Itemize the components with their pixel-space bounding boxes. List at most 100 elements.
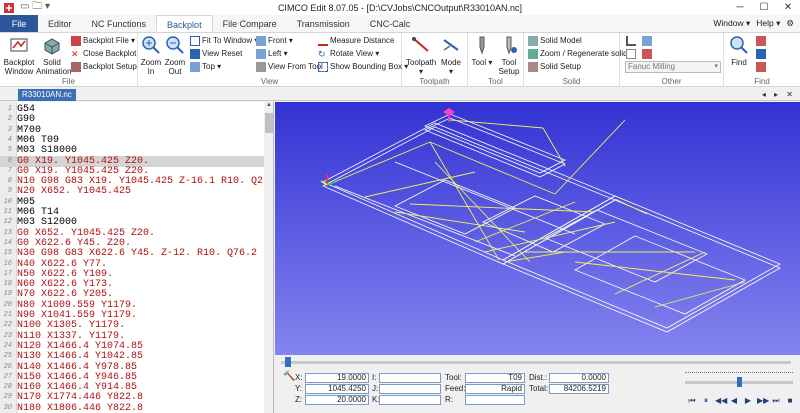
other-tool-1-button[interactable] <box>626 35 636 47</box>
fit-to-window-button[interactable]: Fit To Window ▾ <box>190 35 258 47</box>
view-from-tool-icon <box>256 62 266 72</box>
document-tab[interactable]: R33010AN.nc <box>18 89 76 101</box>
replace-button[interactable] <box>756 61 766 73</box>
cimco-app-icon[interactable] <box>3 2 15 14</box>
tool-setup-button[interactable]: Tool Setup <box>496 35 522 76</box>
mode-icon <box>443 39 459 51</box>
other-tool-2-button[interactable] <box>642 35 652 47</box>
tab-nc-functions[interactable]: NC Functions <box>82 15 157 32</box>
group-solid: Solid Model Zoom / Regenerate solid Soli… <box>524 33 628 87</box>
simulation-position-slider[interactable] <box>281 357 791 367</box>
machine-type-select[interactable]: Fanuc Milling ▾ <box>625 61 721 73</box>
tool-setup-icon <box>506 36 517 55</box>
zoom-in-button[interactable]: Zoom In <box>140 35 162 76</box>
skip-to-start-button[interactable]: ⏮ <box>687 396 697 406</box>
play-button[interactable]: ▶ <box>743 396 753 406</box>
window-menu[interactable]: Window ▾ <box>713 18 750 29</box>
group-toolpath-label: Toolpath <box>419 77 450 86</box>
other-tool-3-button[interactable] <box>626 48 636 60</box>
ribbon-tabs: File Editor NC Functions Backplot File C… <box>0 15 800 33</box>
zoom-out-button[interactable]: Zoom Out <box>164 35 186 76</box>
y-value: 1045.4250 <box>305 384 369 394</box>
find-next-button[interactable] <box>756 35 766 47</box>
speed-slider-knob[interactable] <box>737 377 742 387</box>
scrollbar-thumb[interactable] <box>265 113 273 133</box>
close-backplot-button[interactable]: ✕ Close Backplot <box>71 48 136 60</box>
tab-backplot[interactable]: Backplot <box>156 15 213 32</box>
tab-transmission[interactable]: Transmission <box>287 15 360 32</box>
other-tool-4-button[interactable] <box>642 48 652 60</box>
title-bar: ▭ 🗀 ▾ CIMCO Edit 8.07.05 - [D:\CVJobs\CN… <box>0 0 800 15</box>
toolpath-icon <box>412 37 429 52</box>
minimize-button[interactable]: ─ <box>728 0 752 15</box>
solid-model-button[interactable]: Solid Model <box>528 35 582 47</box>
close-backplot-icon: ✕ <box>71 49 79 59</box>
simulation-speed-slider[interactable] <box>685 377 793 387</box>
feed-label: Feed: <box>445 384 466 393</box>
quick-access-icons[interactable]: ▭ 🗀 ▾ <box>20 0 50 16</box>
tab-file[interactable]: File <box>0 15 38 32</box>
close-button[interactable]: ✕ <box>776 0 800 15</box>
rotate-view-icon: ↻ <box>318 49 326 59</box>
editor-vertical-scrollbar[interactable]: ▲ <box>264 102 273 413</box>
solid-setup-button[interactable]: Solid Setup <box>528 61 581 73</box>
solid-model-icon <box>528 36 538 46</box>
tab-cnc-calc[interactable]: CNC-Calc <box>360 15 421 32</box>
front-view-icon <box>256 36 266 46</box>
settings-icon[interactable]: ⚙ <box>786 18 794 29</box>
view-reset-icon <box>190 49 200 59</box>
top-view-icon <box>190 62 200 72</box>
front-view-button[interactable]: Front ▾ <box>256 35 293 47</box>
find-previous-button[interactable] <box>756 48 766 60</box>
tab-editor[interactable]: Editor <box>38 15 82 32</box>
find-button[interactable]: Find <box>728 35 750 67</box>
j-label: J: <box>372 384 379 393</box>
backplot-info-panel: 🔨 X: 19.0000 Y: 1045.4250 Z: 20.0000 I: … <box>275 355 800 413</box>
skip-to-end-button[interactable]: ⏭ <box>771 396 781 406</box>
mode-button[interactable]: Mode ▾ <box>438 35 464 76</box>
solid-animation-button[interactable]: Solid Animation <box>36 35 72 76</box>
stop-button[interactable]: ■ <box>785 396 795 406</box>
left-view-button[interactable]: Left ▾ <box>256 48 288 60</box>
top-view-button[interactable]: Top ▾ <box>190 61 221 73</box>
measure-distance-button[interactable]: Measure Distance <box>318 35 394 47</box>
tool-button[interactable]: Tool ▾ <box>470 35 494 67</box>
fast-backward-button[interactable]: ◀◀ <box>715 396 727 406</box>
r-label: R: <box>445 395 453 404</box>
total-value: 84206.5219 <box>549 384 609 394</box>
show-bounding-box-button[interactable]: Show Bounding Box ▾ <box>318 61 408 73</box>
nc-code-editor[interactable]: 1 G54 2 G90 3 M700 4 M06 T09 5 M03 S18000 6 G0 X19.… <box>0 102 274 413</box>
backplot-setup-button[interactable]: Backplot Setup <box>71 61 137 73</box>
code-line[interactable]: 30 N180 X1806.446 Y822.8 <box>0 403 264 413</box>
group-other: Fanuc Milling ▾ Other <box>620 33 724 87</box>
step-backward-button[interactable]: ◀ <box>729 396 739 406</box>
left-view-icon <box>256 49 266 59</box>
tab-file-compare[interactable]: File Compare <box>213 15 287 32</box>
backplot-window-icon <box>10 38 28 52</box>
grid-icon <box>642 36 652 46</box>
backplot-file-button[interactable]: Backplot File ▾ <box>71 35 135 47</box>
backplot-3d-view[interactable] <box>275 102 800 355</box>
x-label: X: <box>295 373 303 382</box>
view-from-tool-button[interactable]: View From Tool <box>256 61 323 73</box>
zoom-regenerate-solid-button[interactable]: Zoom / Regenerate solid <box>528 48 628 60</box>
backplot-window-button[interactable]: Backplot Window <box>3 35 35 76</box>
group-file: Backplot Window Solid Animation Backplot… <box>0 33 138 87</box>
maximize-button[interactable]: ☐ <box>752 0 776 15</box>
group-find: Find Find <box>724 33 800 87</box>
workpiece-outlines <box>322 113 781 333</box>
fast-forward-button[interactable]: ▶▶ <box>757 396 769 406</box>
slider-knob[interactable] <box>285 357 291 367</box>
help-menu[interactable]: Help ▾ <box>756 18 780 29</box>
rotate-view-button[interactable]: ↻ Rotate View ▾ <box>318 48 379 60</box>
toolpath-button[interactable]: Toolpath ▾ <box>406 35 436 76</box>
scroll-up-icon[interactable]: ▲ <box>264 102 273 111</box>
speed-ticks <box>685 372 793 374</box>
document-tab-controls[interactable]: ◂ ▸ ✕ <box>762 88 796 101</box>
group-solid-label: Solid <box>562 77 581 86</box>
r-value <box>465 395 525 405</box>
view-reset-button[interactable]: View Reset <box>190 48 242 60</box>
group-tool: Tool ▾ Tool Setup Tool <box>468 33 524 87</box>
i-label: I: <box>372 373 377 382</box>
pause-button[interactable]: ⏸ <box>701 396 711 406</box>
